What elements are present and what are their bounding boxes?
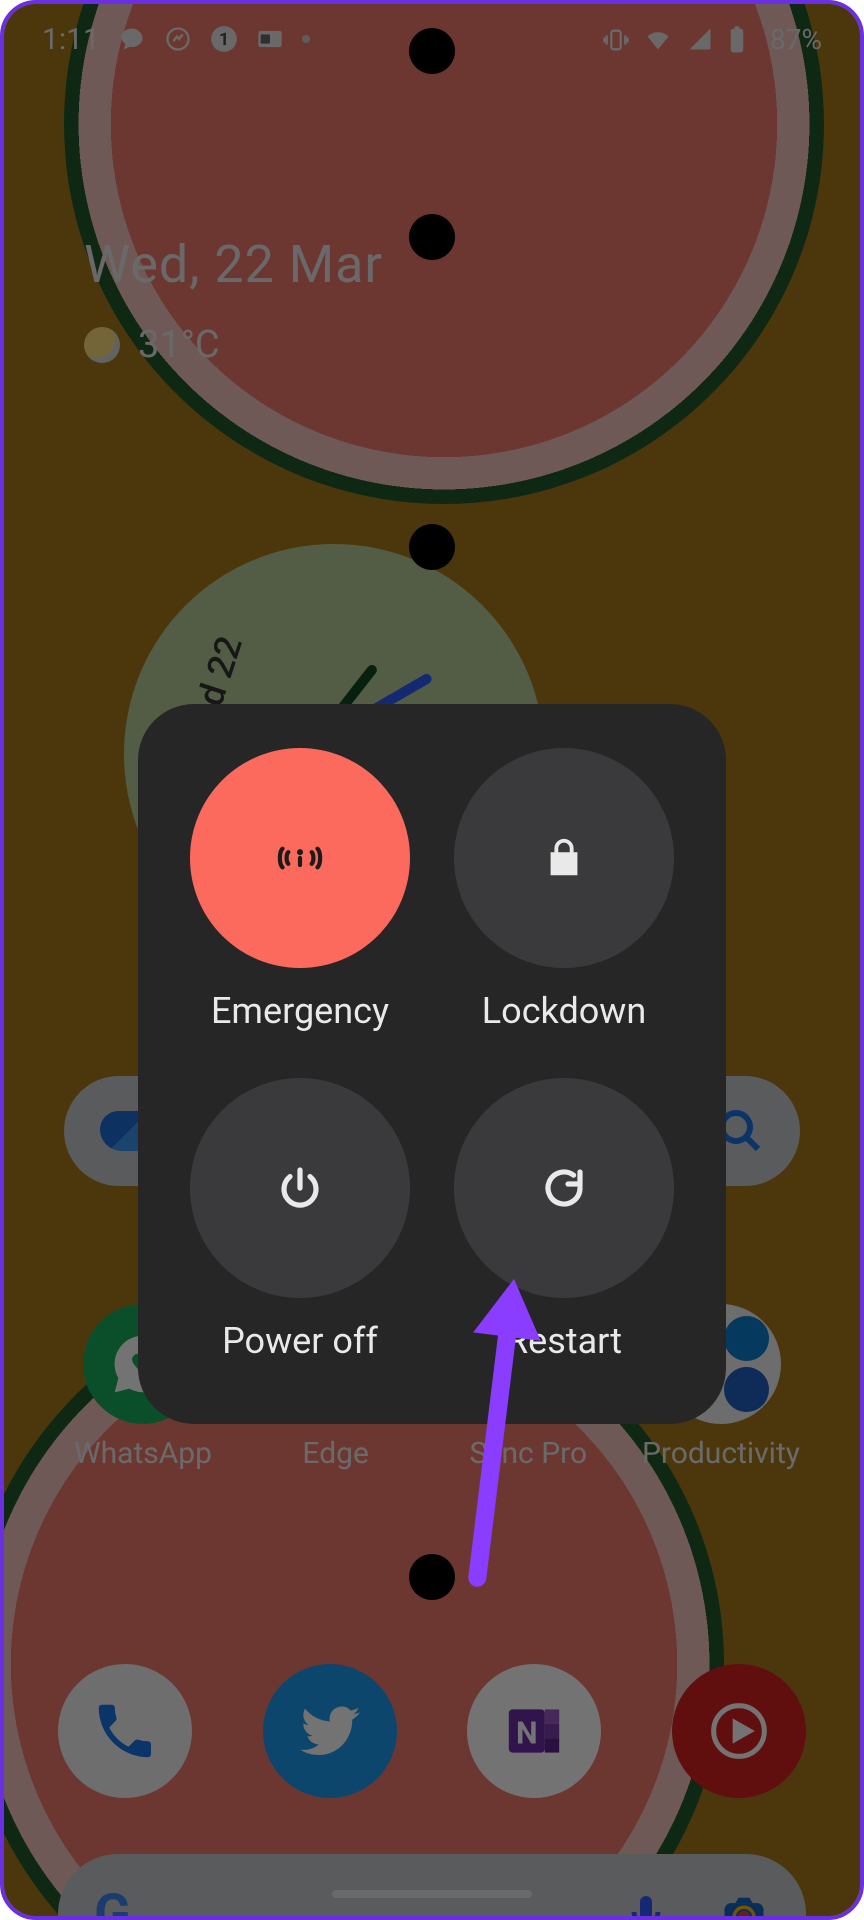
restart-circle bbox=[454, 1078, 674, 1298]
power-menu: Emergency Lockdown Power off bbox=[138, 704, 726, 1424]
emergency-button[interactable]: Emergency bbox=[178, 748, 422, 1058]
emergency-label: Emergency bbox=[211, 990, 389, 1032]
lock-icon bbox=[541, 835, 587, 881]
power-off-label: Power off bbox=[222, 1320, 378, 1362]
restart-button[interactable]: Restart bbox=[442, 1078, 686, 1388]
lockdown-button[interactable]: Lockdown bbox=[442, 748, 686, 1058]
lockdown-circle bbox=[454, 748, 674, 968]
power-icon bbox=[276, 1164, 324, 1212]
emergency-circle bbox=[190, 748, 410, 968]
power-off-circle bbox=[190, 1078, 410, 1298]
phone-screen: 1:11 1 bbox=[0, 0, 864, 1920]
emergency-icon bbox=[272, 830, 328, 886]
power-off-button[interactable]: Power off bbox=[178, 1078, 422, 1388]
restart-icon bbox=[540, 1164, 588, 1212]
lockdown-label: Lockdown bbox=[482, 990, 646, 1032]
